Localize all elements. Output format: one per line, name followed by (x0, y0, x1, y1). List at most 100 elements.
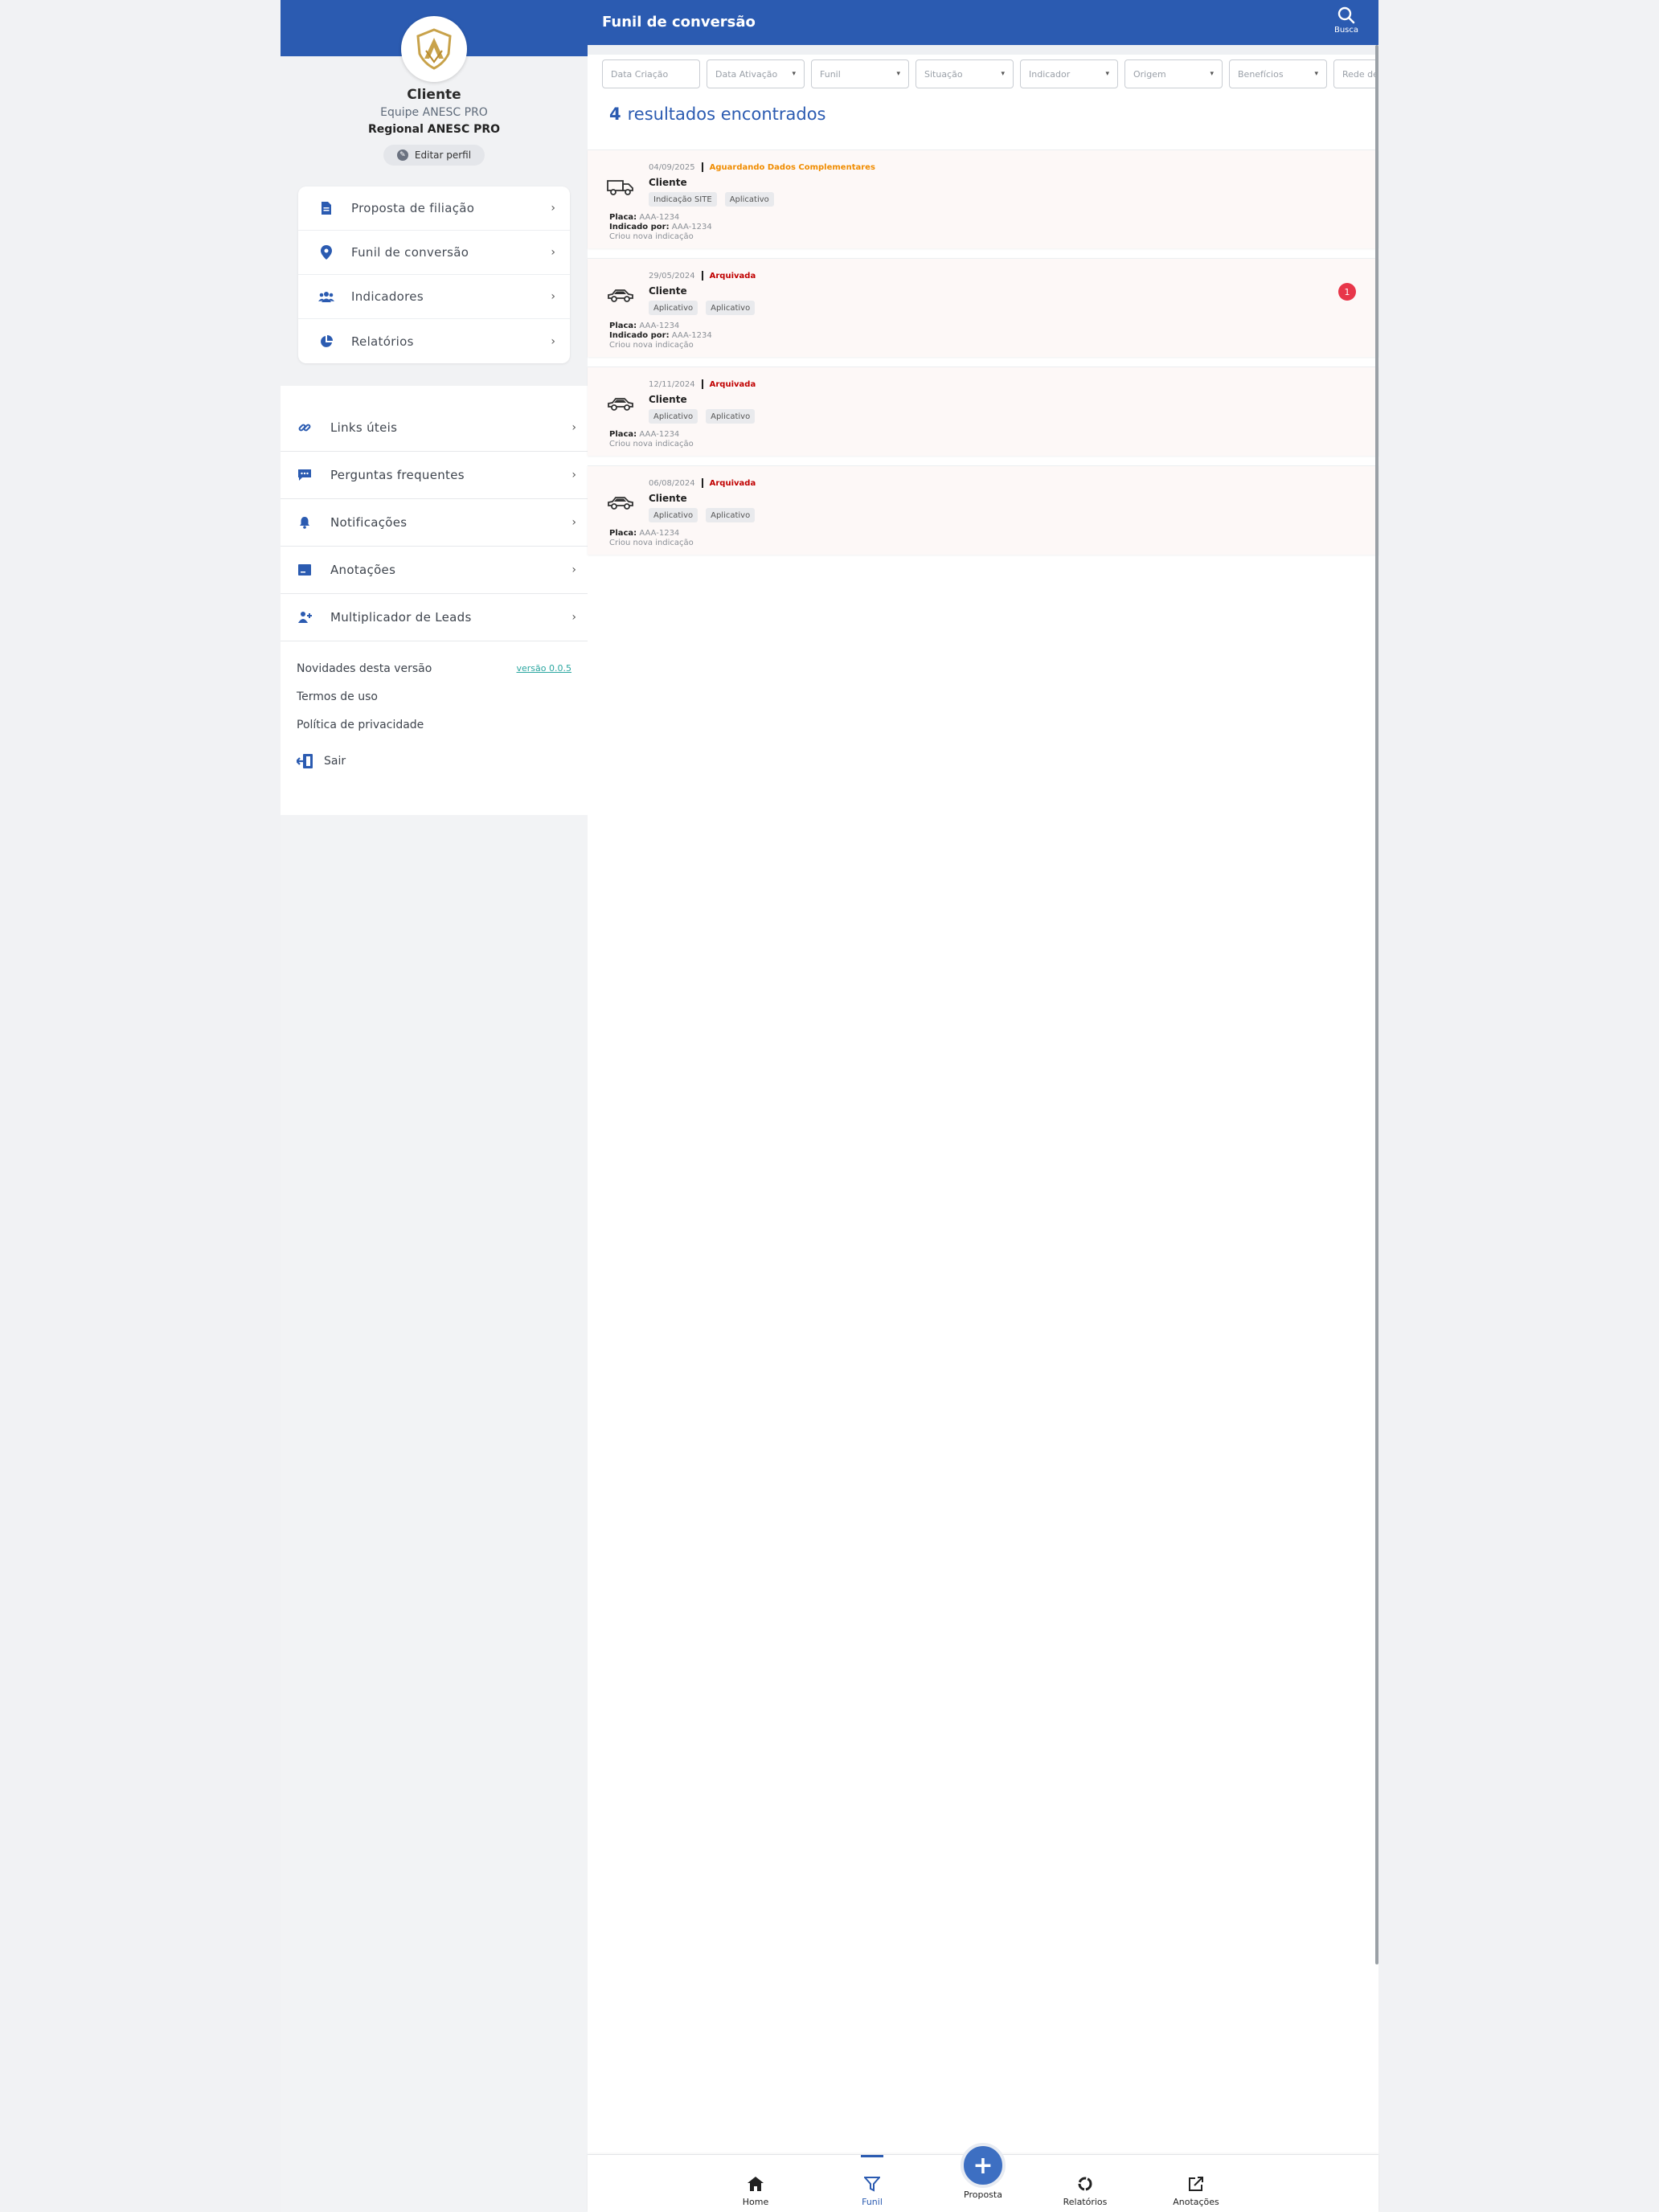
lead-tag: Aplicativo (649, 508, 698, 522)
menu-item-multiplicador[interactable]: Multiplicador de Leads › (281, 594, 588, 641)
edit-profile-label: Editar perfil (414, 150, 472, 161)
filter-indicador[interactable]: Indicador ▾ (1020, 59, 1118, 88)
logout-label: Sair (324, 755, 346, 768)
page-title: Funil de conversão (602, 14, 756, 31)
truck-icon (607, 180, 633, 195)
scrollbar[interactable] (1375, 45, 1378, 1964)
filter-situacao[interactable]: Situação ▾ (916, 59, 1014, 88)
chevron-down-icon: ▾ (896, 70, 900, 78)
filter-funil[interactable]: Funil ▾ (811, 59, 909, 88)
menu-item-relatorios[interactable]: Relatórios › (298, 319, 570, 363)
filter-label: Benefícios (1238, 68, 1284, 80)
chevron-right-icon: › (551, 290, 555, 303)
nav-label: Anotações (1173, 2197, 1219, 2207)
car-icon (608, 289, 633, 302)
menu-item-funil[interactable]: Funil de conversão › (298, 231, 570, 275)
menu-item-indicadores[interactable]: Indicadores › (298, 275, 570, 319)
lead-tag: Indicação SITE (649, 192, 717, 207)
profile-regional: Regional ANESC PRO (367, 123, 501, 136)
new-proposal-fab[interactable]: + (961, 2143, 1006, 2188)
lead-tag: Aplicativo (649, 409, 698, 424)
filter-label: Data Ativação (715, 68, 778, 80)
filter-label: Rede de (1342, 68, 1378, 80)
lead-status: Aguardando Dados Complementares (709, 162, 875, 172)
nav-anotacoes[interactable]: Anotações (1160, 2174, 1232, 2207)
main-content: Funil de conversão Busca Data Criação Da… (588, 0, 1378, 2212)
lead-tag: Aplicativo (706, 508, 756, 522)
filter-origem[interactable]: Origem ▾ (1124, 59, 1223, 88)
avatar[interactable] (401, 16, 467, 82)
chevron-right-icon: › (551, 202, 555, 215)
lead-note: Criou nova indicação (609, 440, 694, 449)
lead-tags: Aplicativo Aplicativo (649, 409, 756, 424)
menu-item-label: Funil de conversão (351, 245, 469, 260)
lead-date: 04/09/2025 (649, 162, 695, 172)
search-button[interactable]: Busca (1332, 6, 1361, 39)
pencil-icon: ✎ (396, 150, 408, 161)
chat-icon (297, 467, 313, 483)
chevron-right-icon: › (571, 469, 576, 481)
anesc-logo-icon (416, 28, 452, 70)
lead-meta: 29/05/2024 Arquivada (649, 271, 756, 281)
lead-name: Cliente (649, 177, 687, 188)
app-frame: Cliente Equipe ANESC PRO Regional ANESC … (281, 0, 1378, 2212)
version-link[interactable]: versão 0.0.5 (517, 663, 572, 674)
menu-item-faq[interactable]: Perguntas frequentes › (281, 452, 588, 499)
lead-name: Cliente (649, 394, 687, 405)
results-summary: 4 resultados encontrados (609, 104, 826, 124)
plus-icon: + (973, 2151, 993, 2180)
car-icon (608, 497, 633, 510)
lead-card[interactable]: 12/11/2024 Arquivada Cliente Aplicativo A… (588, 367, 1378, 456)
filter-beneficios[interactable]: Benefícios ▾ (1229, 59, 1327, 88)
lead-meta: 04/09/2025 Aguardando Dados Complementare… (649, 162, 875, 172)
menu-item-label: Indicadores (351, 289, 424, 304)
filter-rede[interactable]: Rede de (1333, 59, 1378, 88)
profile-team: Equipe ANESC PRO (380, 106, 488, 119)
nav-funil[interactable]: Funil (836, 2174, 908, 2207)
nav-label: Home (742, 2197, 769, 2207)
menu-item-anotacoes[interactable]: Anotações › (281, 547, 588, 594)
menu-item-notificacoes[interactable]: Notificações › (281, 499, 588, 547)
results-label: resultados encontrados (627, 104, 826, 124)
filter-label: Origem (1133, 68, 1166, 80)
lead-card[interactable]: 29/05/2024 Arquivada Cliente Aplicativo A… (588, 258, 1378, 357)
lead-placa: Placa: AAA-1234 (609, 322, 680, 330)
lead-card[interactable]: 04/09/2025 Aguardando Dados Complementare… (588, 150, 1378, 248)
chevron-right-icon: › (571, 563, 576, 576)
chevron-right-icon: › (571, 611, 576, 624)
edit-note-icon (1186, 2174, 1206, 2194)
menu-item-proposta[interactable]: Proposta de filiação › (298, 186, 570, 231)
nav-relatorios[interactable]: Relatórios (1049, 2174, 1121, 2207)
sidebar-footer-links: Novidades desta versão versão 0.0.5 Term… (297, 654, 571, 739)
terms-link[interactable]: Termos de uso (297, 690, 378, 703)
note-icon (297, 562, 313, 578)
menu-item-label: Notificações (330, 515, 408, 530)
news-link[interactable]: Novidades desta versão (297, 662, 432, 675)
link-icon (297, 420, 313, 436)
filter-data-criacao[interactable]: Data Criação (602, 59, 700, 88)
chevron-down-icon: ▾ (1314, 70, 1318, 78)
secondary-menu: Links úteis › Perguntas frequentes › Not… (281, 404, 588, 641)
privacy-link[interactable]: Política de privacidade (297, 719, 424, 731)
lead-indicado: Indicado por: AAA-1234 (609, 223, 712, 231)
filter-data-ativacao[interactable]: Data Ativação ▾ (707, 59, 805, 88)
lead-tags: Aplicativo Aplicativo (649, 301, 756, 315)
logout-button[interactable]: Sair (297, 754, 346, 768)
edit-profile-button[interactable]: ✎ Editar perfil (383, 145, 485, 166)
lead-note: Criou nova indicação (609, 539, 694, 547)
lead-placa: Placa: AAA-1234 (609, 213, 680, 222)
nav-home[interactable]: Home (719, 2174, 792, 2207)
document-icon (317, 199, 335, 217)
lead-tag: Aplicativo (724, 192, 774, 207)
chevron-right-icon: › (551, 246, 555, 259)
lead-note: Criou nova indicação (609, 232, 694, 241)
menu-item-links[interactable]: Links úteis › (281, 404, 588, 452)
lead-date: 29/05/2024 (649, 271, 695, 281)
results-count: 4 (609, 104, 621, 124)
lead-card[interactable]: 06/08/2024 Arquivada Cliente Aplicativo A… (588, 465, 1378, 555)
menu-item-label: Proposta de filiação (351, 201, 475, 215)
search-icon (1337, 6, 1355, 24)
notification-badge[interactable]: 1 (1338, 283, 1356, 301)
chevron-right-icon: › (551, 334, 555, 348)
sidebar: Cliente Equipe ANESC PRO Regional ANESC … (281, 0, 588, 2212)
